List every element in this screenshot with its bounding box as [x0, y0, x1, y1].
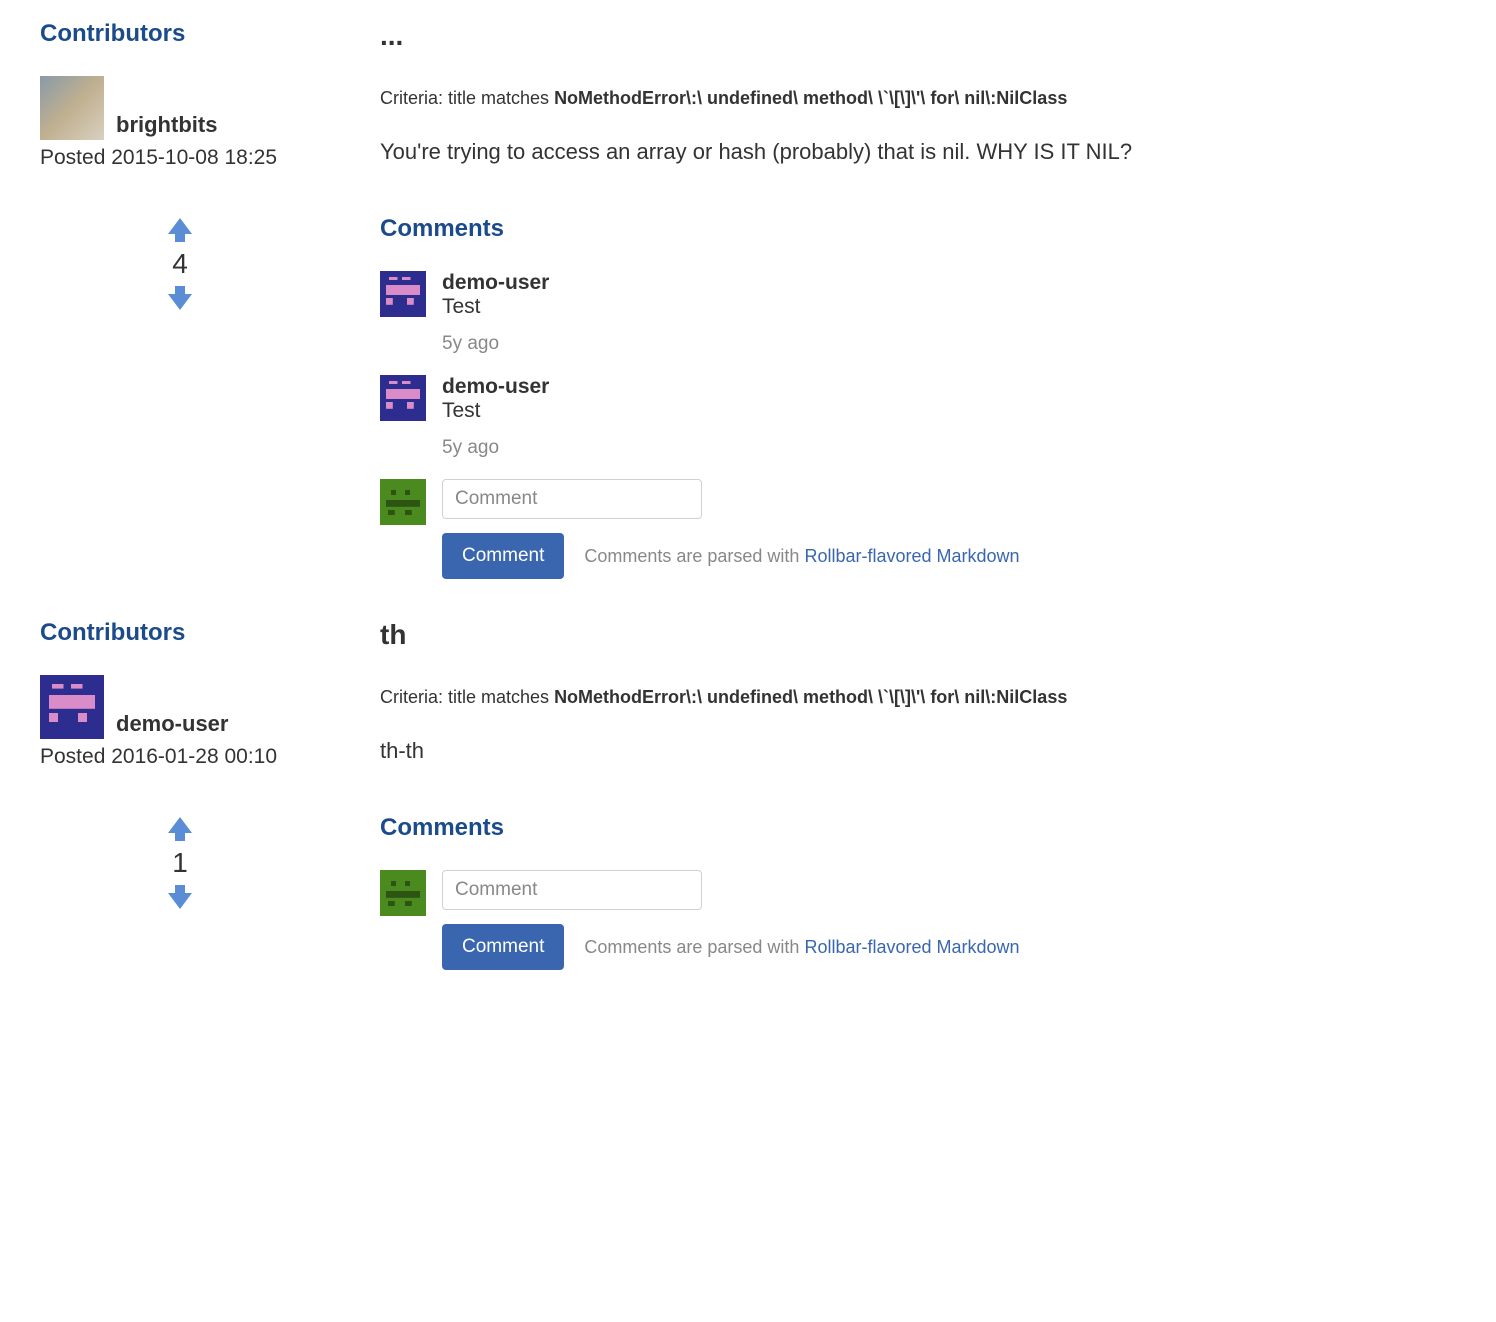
criteria: Criteria: title matches NoMethodError\:\…	[380, 687, 1456, 708]
sidebar: Contributors demo-user Posted 2016-01-28…	[40, 619, 320, 970]
criteria-pattern: NoMethodError\:\ undefined\ method\ \`\[…	[554, 88, 1067, 108]
comment-time: 5y ago	[442, 437, 1456, 459]
arrow-up-icon	[168, 817, 192, 833]
contributors-heading: Contributors	[40, 20, 320, 48]
avatar	[40, 675, 104, 739]
posted-time: Posted 2015-10-08 18:25	[40, 146, 320, 170]
comment-hint: Comments are parsed with Rollbar-flavore…	[584, 546, 1019, 567]
comment-input[interactable]	[442, 479, 702, 519]
comment-text: Test	[442, 295, 1456, 319]
comment-username[interactable]: demo-user	[442, 375, 1456, 399]
comments-heading: Comments	[380, 814, 1456, 842]
avatar	[380, 479, 426, 525]
entry-body: th-th	[380, 738, 1456, 764]
contributor: demo-user	[40, 675, 320, 739]
posted-time: Posted 2016-01-28 00:10	[40, 745, 320, 769]
comment: demo-user Test	[380, 375, 1456, 423]
avatar	[380, 271, 426, 317]
entry: Contributors brightbits Posted 2015-10-0…	[40, 20, 1456, 579]
main-content: th Criteria: title matches NoMethodError…	[380, 619, 1456, 970]
contributor-username[interactable]: brightbits	[116, 112, 217, 140]
upvote-button[interactable]	[168, 218, 192, 242]
entry-title: ...	[380, 20, 1456, 52]
comment-form: Comment Comments are parsed with Rollbar…	[380, 870, 1456, 970]
vote-count: 1	[172, 847, 188, 879]
main-content: ... Criteria: title matches NoMethodErro…	[380, 20, 1456, 579]
comment-button[interactable]: Comment	[442, 924, 564, 970]
vote-block: 1	[40, 817, 320, 909]
comments-heading: Comments	[380, 215, 1456, 243]
entry-title: th	[380, 619, 1456, 651]
arrow-down-icon	[168, 893, 192, 909]
criteria: Criteria: title matches NoMethodError\:\…	[380, 88, 1456, 109]
comment-text: Test	[442, 399, 1456, 423]
vote-count: 4	[172, 248, 188, 280]
contributor-username[interactable]: demo-user	[116, 711, 228, 739]
avatar	[380, 375, 426, 421]
downvote-button[interactable]	[168, 286, 192, 310]
avatar	[40, 76, 104, 140]
comment-hint: Comments are parsed with Rollbar-flavore…	[584, 937, 1019, 958]
markdown-link[interactable]: Rollbar-flavored Markdown	[804, 546, 1019, 566]
markdown-link[interactable]: Rollbar-flavored Markdown	[804, 937, 1019, 957]
comment-form: Comment Comments are parsed with Rollbar…	[380, 479, 1456, 579]
comment-button[interactable]: Comment	[442, 533, 564, 579]
downvote-button[interactable]	[168, 885, 192, 909]
entry: Contributors demo-user Posted 2016-01-28…	[40, 619, 1456, 970]
comment-input[interactable]	[442, 870, 702, 910]
contributor: brightbits	[40, 76, 320, 140]
comment-username[interactable]: demo-user	[442, 271, 1456, 295]
arrow-down-icon	[168, 294, 192, 310]
arrow-up-icon	[168, 218, 192, 234]
contributors-heading: Contributors	[40, 619, 320, 647]
vote-block: 4	[40, 218, 320, 310]
upvote-button[interactable]	[168, 817, 192, 841]
avatar	[380, 870, 426, 916]
sidebar: Contributors brightbits Posted 2015-10-0…	[40, 20, 320, 579]
criteria-pattern: NoMethodError\:\ undefined\ method\ \`\[…	[554, 687, 1067, 707]
comment-time: 5y ago	[442, 333, 1456, 355]
entry-body: You're trying to access an array or hash…	[380, 139, 1456, 165]
comment: demo-user Test	[380, 271, 1456, 319]
